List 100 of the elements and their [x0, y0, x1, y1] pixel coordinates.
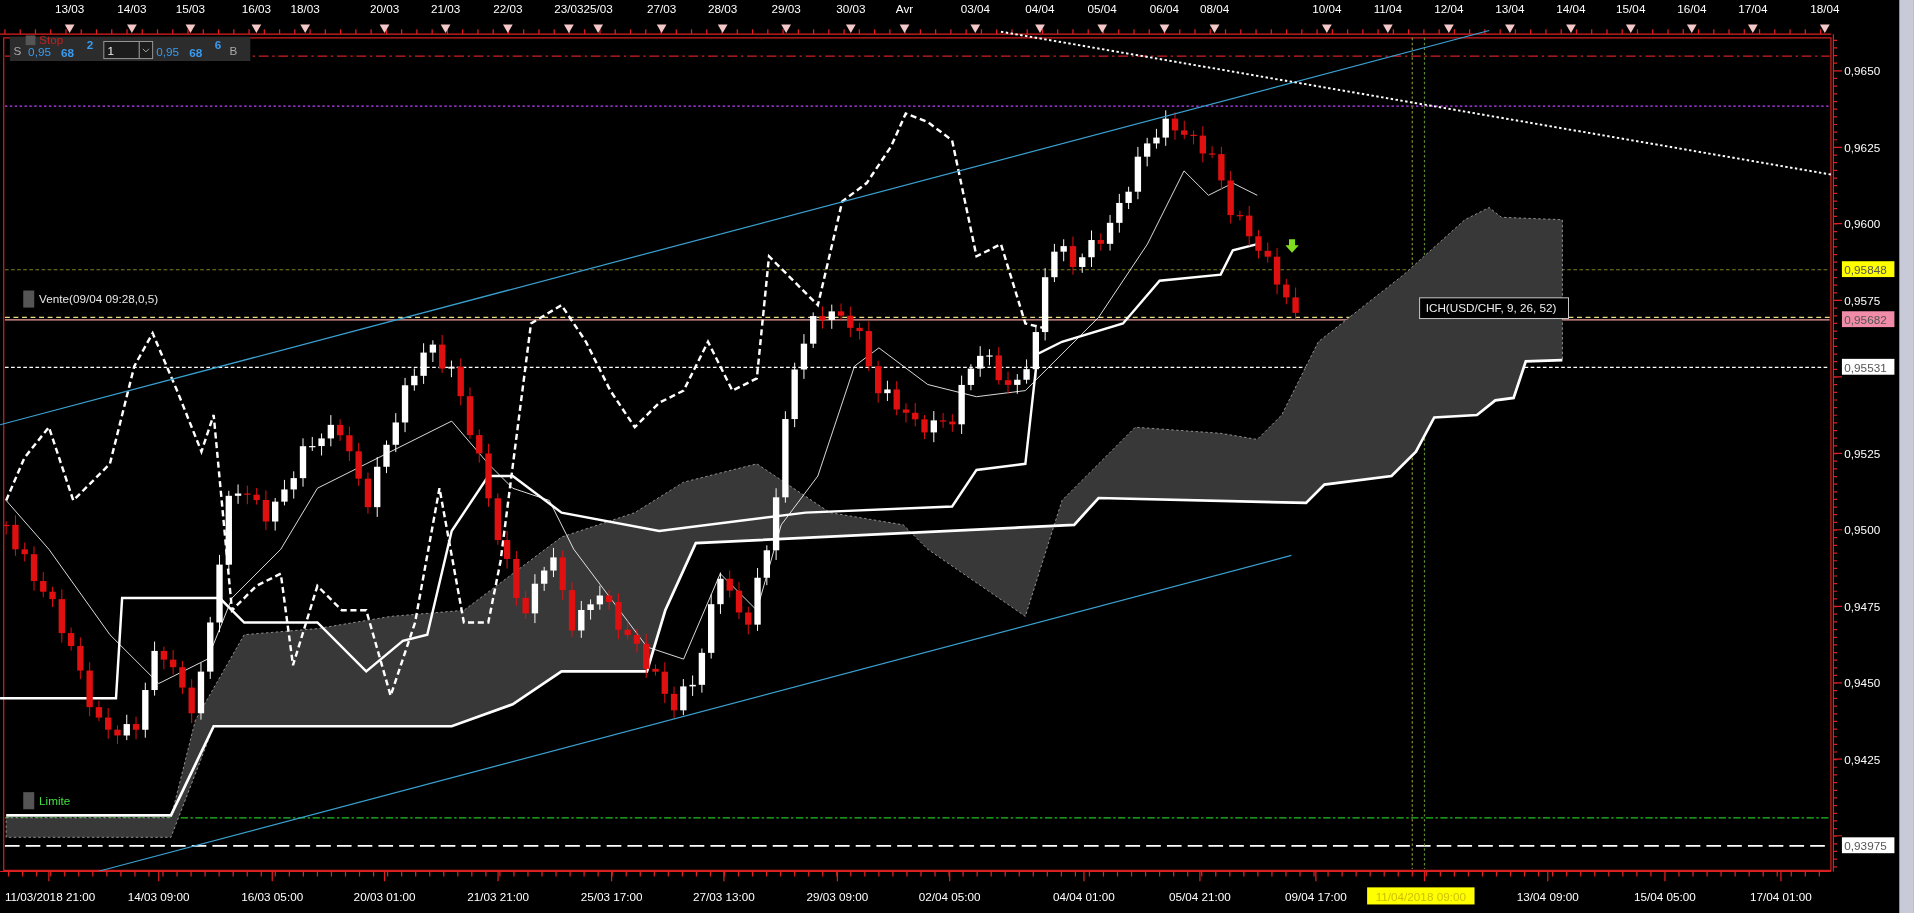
date-label: 03/04 [960, 2, 990, 16]
date-label: 21/03 [430, 2, 461, 16]
date-marker-icon [379, 24, 390, 33]
date-label: 13/03 [55, 2, 85, 16]
time-label: 14/03 09:00 [127, 889, 190, 903]
date-marker-icon [1686, 24, 1697, 33]
date-marker-icon [563, 24, 574, 33]
time-label: 20/03 01:00 [353, 889, 416, 903]
date-marker-icon [1097, 24, 1108, 33]
price-label: 0,9625 [1844, 140, 1881, 154]
indicator-label: ICH(USD/CHF, 9, 26, 52) [1419, 297, 1569, 320]
price-tag-label: 0,95848 [1844, 263, 1887, 276]
time-label: 16/03 05:00 [241, 889, 304, 903]
time-label: 15/04 05:00 [1634, 889, 1696, 903]
date-label: 18/04 [1810, 2, 1840, 16]
date-marker-icon [502, 24, 513, 33]
price-pip: 2 [86, 37, 94, 51]
price-pip: 6 [214, 37, 222, 51]
date-marker-icon [1383, 24, 1393, 33]
date-marker-icon [440, 24, 451, 33]
date-marker-icon [1321, 24, 1332, 33]
time-label: 13/04 09:00 [1516, 889, 1579, 903]
time-label: 29/03 09:00 [806, 889, 869, 903]
dropdown-icon[interactable] [138, 41, 150, 59]
date-marker-icon [1159, 24, 1170, 33]
date-marker-icon [64, 24, 75, 33]
date-marker-icon [1035, 24, 1045, 33]
date-label: 20/03 [369, 2, 400, 16]
date-label: 10/04 [1312, 2, 1342, 16]
date-label: 27/03 [646, 2, 677, 16]
time-label: 21/03 21:00 [467, 889, 529, 903]
date-marker-icon [1566, 24, 1576, 33]
price-tag-label: 0,95531 [1844, 360, 1887, 374]
time-label: 27/03 13:00 [692, 889, 755, 903]
price-label: 0,9575 [1844, 293, 1881, 307]
order-label: Vente(09/04 09:28,0,5) [39, 292, 159, 306]
date-label: 16/03 [241, 2, 272, 16]
marker-icon [25, 35, 36, 46]
scrollbar[interactable] [1899, 0, 1914, 913]
time-label: 17/04 01:00 [1750, 889, 1812, 903]
date-label: 13/04 [1495, 2, 1525, 16]
date-marker-icon [1444, 24, 1454, 33]
date-label: 16/04 [1677, 2, 1707, 16]
time-label: 09/04 17:00 [1284, 889, 1347, 903]
date-label: 15/03 [175, 2, 206, 16]
date-label: 22/03 [493, 2, 523, 16]
date-label: 17/04 [1738, 2, 1768, 16]
date-marker-icon [300, 24, 311, 33]
date-label: 14/04 [1556, 2, 1586, 16]
cursor-time-label: 11/04/2018 09:00 [1367, 887, 1475, 905]
date-marker-icon [899, 24, 910, 33]
quantity-field[interactable]: 1 [103, 41, 154, 60]
price-label: 0,9475 [1844, 599, 1881, 613]
time-label: 11/03/2018 21:00 [4, 889, 96, 903]
date-marker-icon [1209, 24, 1220, 33]
price-prefix: 0,95 [28, 45, 51, 59]
price-tag-label: 0,95682 [1844, 313, 1887, 327]
date-label: 23/03 [554, 2, 584, 16]
date-label: 08/04 [1199, 2, 1230, 16]
time-label: 02/04 05:00 [918, 889, 981, 903]
marker-icon [23, 290, 35, 308]
date-label: 14/03 [117, 2, 147, 16]
down-arrow-icon [1285, 239, 1299, 253]
date-marker-icon [845, 24, 856, 33]
date-label: 15/04 [1616, 2, 1646, 16]
time-label: 25/03 17:00 [580, 889, 643, 903]
date-label: 30/03 [836, 2, 866, 16]
order-label: Limite [39, 794, 71, 807]
price-big: 68 [61, 46, 75, 60]
stop-label: Stop [39, 32, 64, 46]
side-letter: B [229, 43, 238, 57]
date-label: 05/04 [1087, 2, 1117, 16]
date-label: 29/03 [771, 2, 801, 16]
date-marker-icon [656, 24, 667, 33]
price-label: 0,9650 [1844, 64, 1881, 78]
price-label: 0,9600 [1844, 217, 1881, 231]
time-label: 05/04 21:00 [1169, 889, 1231, 903]
date-label: 04/04 [1025, 2, 1055, 16]
price-label: 0,9425 [1844, 752, 1881, 766]
price-label: 0,9525 [1844, 446, 1881, 460]
date-marker-icon [1625, 24, 1636, 33]
date-marker-icon [127, 24, 137, 33]
time-label: 04/04 01:00 [1053, 889, 1115, 903]
date-marker-icon [1819, 24, 1830, 33]
date-marker-icon [970, 24, 981, 33]
date-marker-icon [1505, 24, 1515, 33]
date-label: 12/04 [1434, 2, 1464, 16]
date-marker-icon [251, 24, 262, 33]
side-letter: S [13, 43, 22, 57]
date-label: 28/03 [708, 2, 738, 16]
date-label: 11/04 [1373, 2, 1403, 16]
price-prefix: 0,95 [156, 45, 180, 59]
date-label: 18/03 [290, 2, 320, 16]
date-label: 06/04 [1149, 2, 1180, 16]
date-marker-icon [1747, 24, 1758, 33]
marker-icon [23, 792, 35, 810]
date-marker-icon [717, 24, 728, 33]
price-big: 68 [189, 46, 203, 60]
date-label: Avr [895, 2, 914, 16]
price-label: 0,9500 [1844, 523, 1881, 537]
